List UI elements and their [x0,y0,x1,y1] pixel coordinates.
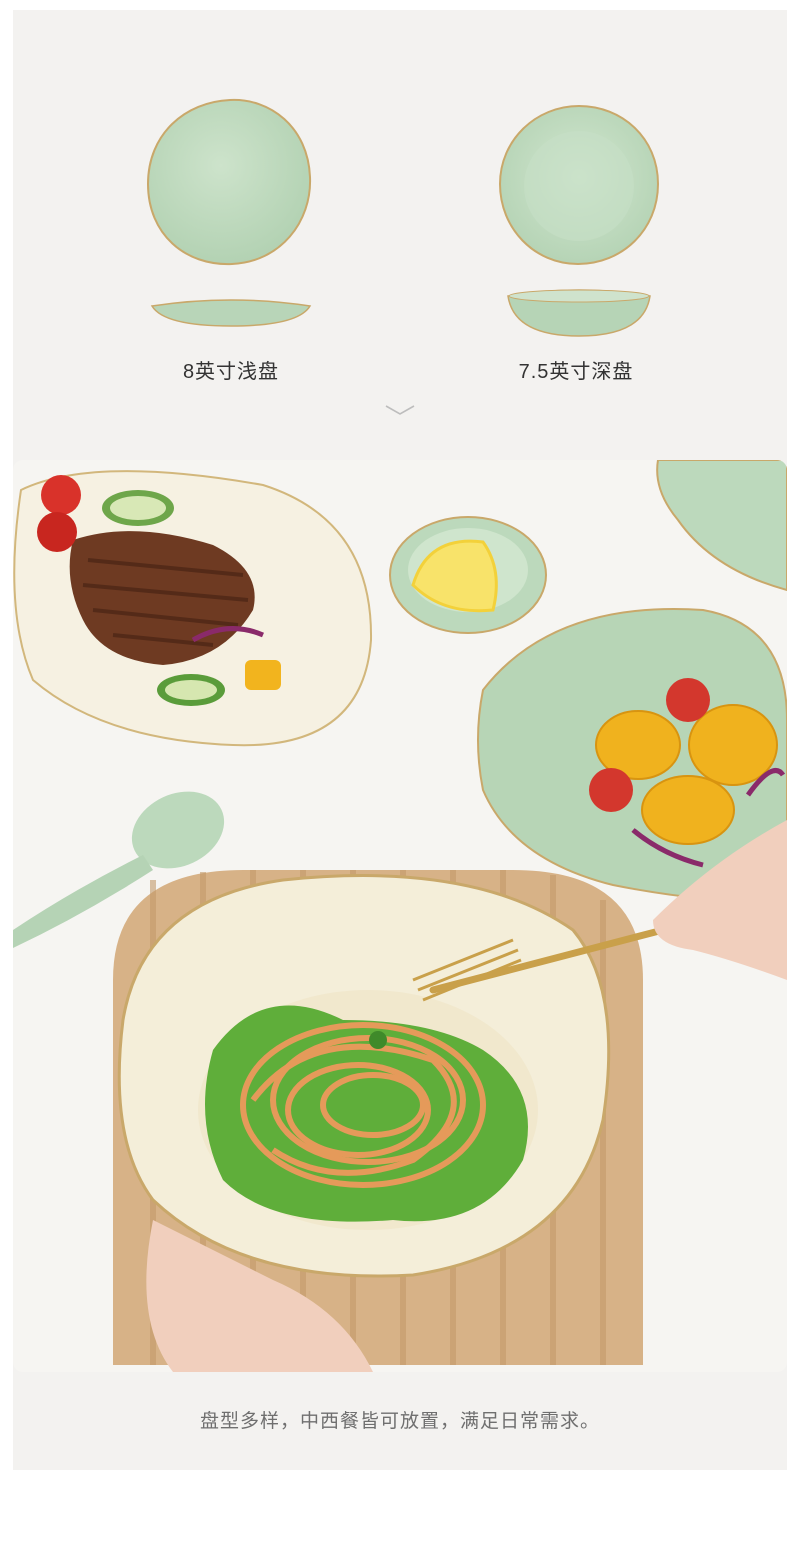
deep-plate-label: 7.5英寸深盘 [518,361,634,383]
chevron-down-icon [385,405,415,415]
deep-plate-top-view [498,104,660,266]
tableware-lifestyle-photo [13,460,787,1372]
shallow-plate-side-view [150,299,312,327]
shallow-plate-label: 8英寸浅盘 [182,361,280,383]
shallow-plate-top-view [146,98,312,266]
feature-caption: 盘型多样，中西餐皆可放置，满足日常需求。 [199,1411,600,1432]
deep-plate-side-view [507,289,651,337]
table-scene [13,460,787,1372]
